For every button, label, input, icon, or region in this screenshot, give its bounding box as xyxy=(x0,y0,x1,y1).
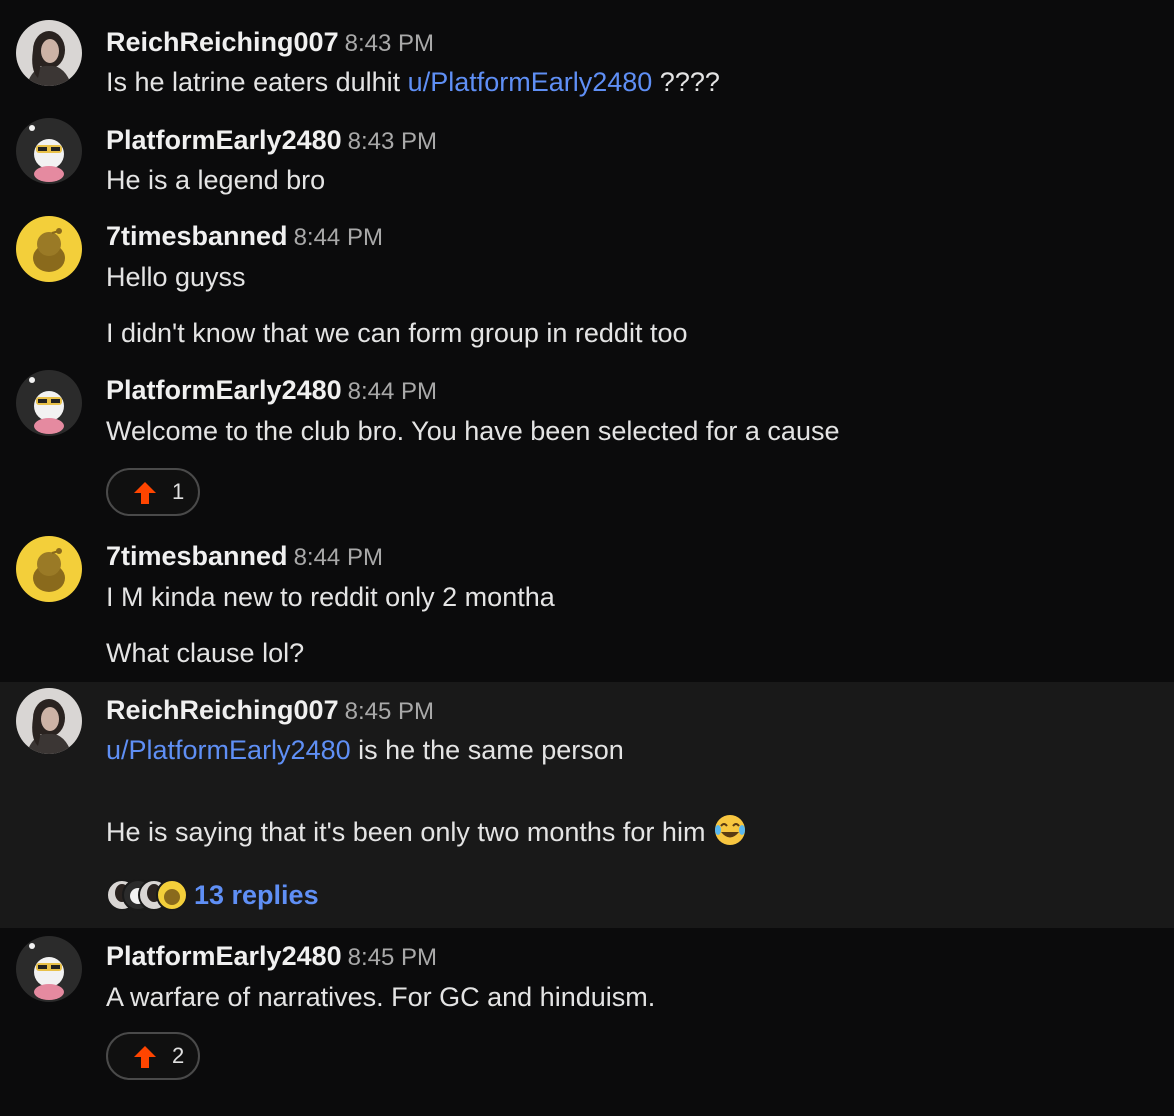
username[interactable]: ReichReiching007 xyxy=(106,695,339,725)
username[interactable]: 7timesbanned xyxy=(106,221,288,251)
replies-count[interactable]: 13 replies xyxy=(194,875,319,915)
avatar-7timesbanned[interactable] xyxy=(16,216,82,282)
message-text: Welcome to the club bro. You have been s… xyxy=(106,416,840,446)
upvote-count: 2 xyxy=(172,1043,185,1068)
message-5: 7timesbanned 8:44 PM I M kinda new to red… xyxy=(0,530,1174,682)
avatar-platformearly2480[interactable] xyxy=(16,936,82,1002)
message-text-part: is he the same person xyxy=(350,735,624,765)
message-text-part: ???? xyxy=(652,67,720,97)
reply-avatars xyxy=(106,879,188,911)
message-2: PlatformEarly2480 8:43 PM He is a legend … xyxy=(0,112,1174,208)
message-6: ReichReiching007 8:45 PM u/PlatformEarly2… xyxy=(0,682,1174,928)
timestamp: 8:44 PM xyxy=(347,378,438,405)
message-text: Hello guyss xyxy=(106,262,246,292)
message-text: What clause lol? xyxy=(106,638,305,668)
upvote-arrow-icon xyxy=(134,1046,156,1068)
message-header: PlatformEarly2480 8:44 PM xyxy=(106,372,437,408)
message-header: ReichReiching007 8:45 PM xyxy=(106,692,434,728)
timestamp: 8:45 PM xyxy=(344,698,434,725)
user-mention-link[interactable]: u/PlatformEarly2480 xyxy=(408,67,653,97)
message-text: I didn't know that we can form group in … xyxy=(106,318,688,348)
message-3: 7timesbanned 8:44 PM Hello guyss I didn't… xyxy=(0,208,1174,360)
message-text: He is a legend bro xyxy=(106,165,326,195)
username[interactable]: PlatformEarly2480 xyxy=(106,941,342,971)
joy-emoji-icon xyxy=(715,815,746,845)
username[interactable]: PlatformEarly2480 xyxy=(106,375,342,405)
username[interactable]: PlatformEarly2480 xyxy=(106,125,342,155)
message-header: 7timesbanned 8:44 PM xyxy=(106,218,383,254)
upvote-count: 1 xyxy=(172,479,185,504)
timestamp: 8:43 PM xyxy=(347,128,438,155)
upvote-button[interactable]: 1 xyxy=(106,468,200,516)
message-1: ReichReiching007 8:43 PM Is he latrine ea… xyxy=(0,0,1174,112)
avatar-7timesbanned[interactable] xyxy=(16,536,82,602)
username[interactable]: ReichReiching007 xyxy=(106,27,339,57)
user-mention-link[interactable]: u/PlatformEarly2480 xyxy=(106,735,351,765)
message-header: PlatformEarly2480 8:43 PM xyxy=(106,122,437,158)
message-text-part: He is saying that it's been only two mon… xyxy=(106,817,706,847)
message-text: Is he latrine eaters dulhit u/PlatformEa… xyxy=(106,64,720,100)
avatar-reichreiching007[interactable] xyxy=(16,688,82,754)
message-text: I M kinda new to reddit only 2 montha xyxy=(106,582,555,612)
upvote-button[interactable]: 2 xyxy=(106,1032,200,1080)
message-4: PlatformEarly2480 8:44 PM Welcome to the … xyxy=(0,360,1174,530)
timestamp: 8:44 PM xyxy=(293,544,383,571)
message-7: PlatformEarly2480 8:45 PM A warfare of na… xyxy=(0,928,1174,1116)
avatar-platformearly2480[interactable] xyxy=(16,118,82,184)
upvote-arrow-icon xyxy=(134,482,156,504)
timestamp: 8:44 PM xyxy=(293,224,383,251)
message-text: u/PlatformEarly2480 is he the same perso… xyxy=(106,732,624,768)
message-header: PlatformEarly2480 8:45 PM xyxy=(106,938,437,974)
message-header: 7timesbanned 8:44 PM xyxy=(106,538,383,574)
timestamp: 8:43 PM xyxy=(344,30,434,57)
avatar-reichreiching007[interactable] xyxy=(16,20,82,86)
avatar-platformearly2480[interactable] xyxy=(16,370,82,436)
message-text: He is saying that it's been only two mon… xyxy=(106,813,747,850)
message-text: A warfare of narratives. For GC and hind… xyxy=(106,982,656,1012)
message-text-part: Is he latrine eaters dulhit xyxy=(106,67,408,97)
username[interactable]: 7timesbanned xyxy=(106,541,288,571)
message-header: ReichReiching007 8:43 PM xyxy=(106,24,434,60)
timestamp: 8:45 PM xyxy=(347,944,438,971)
